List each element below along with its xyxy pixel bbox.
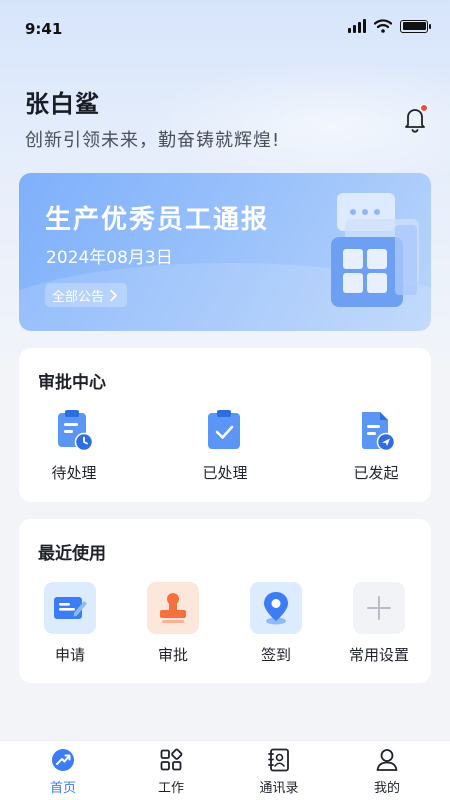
apps-icon [160,748,183,771]
form-edit-icon [54,597,87,619]
recent-use-title: 最近使用 [38,544,106,564]
common-settings-tile [353,582,405,634]
bottom-tab-bar: 首页 工作 通讯录 我的 [0,740,450,800]
tab-home-label: 首页 [49,781,76,796]
processed-approvals-label: 已处理 [202,464,248,482]
all-announcements-button[interactable]: 全部公告 [45,283,128,307]
pending-approvals-label: 待处理 [51,464,97,482]
user-icon [376,749,398,771]
clipboard-check-icon [208,410,240,449]
notification-button[interactable] [398,102,432,136]
map-pin-icon [264,592,288,625]
tab-contacts-label: 通讯录 [259,781,299,796]
check-in-label: 签到 [260,646,291,664]
approve-button[interactable]: 审批 [138,582,208,665]
tab-profile-label: 我的 [373,781,400,796]
notification-dot [420,104,428,112]
announcement-banner[interactable]: 生产优秀员工通报 2024年08月3日 全部公告 [19,173,431,331]
approval-center-card: 审批中心 待处理 已处理 已发起 [19,348,431,502]
initiated-approvals-button[interactable]: 已发起 [344,408,408,483]
cellular-signal-icon [348,19,366,33]
battery-icon [400,19,431,33]
document-send-icon [362,412,396,452]
approve-label: 审批 [157,646,188,664]
clipboard-clock-icon [58,410,94,452]
all-announcements-label: 全部公告 [52,289,105,305]
pending-approvals-button[interactable]: 待处理 [42,408,106,483]
approve-tile [147,582,199,634]
initiated-approvals-label: 已发起 [353,464,399,482]
plus-icon [367,596,391,620]
stamp-icon [160,593,186,623]
apply-tile [44,582,96,634]
banner-title: 生产优秀员工通报 [45,205,270,235]
status-icons [348,19,431,33]
apply-button[interactable]: 申请 [35,582,105,665]
tab-work-label: 工作 [157,781,184,796]
announcement-illustration-icon [331,193,419,307]
status-bar: 9:41 [0,0,450,56]
processed-approvals-button[interactable]: 已处理 [193,408,257,483]
tab-profile[interactable]: 我的 [347,747,427,796]
approval-center-title: 审批中心 [38,373,106,393]
recent-use-card: 最近使用 申请 审批 签到 常用设置 [19,519,431,683]
apply-label: 申请 [54,646,85,664]
tab-contacts[interactable]: 通讯录 [239,747,319,796]
contacts-icon [268,748,289,772]
check-in-tile [250,582,302,634]
common-settings-button[interactable]: 常用设置 [339,582,419,665]
check-in-button[interactable]: 签到 [241,582,311,665]
tab-home[interactable]: 首页 [23,747,103,796]
chevron-right-icon [110,289,117,301]
wifi-icon [374,19,392,33]
tab-work[interactable]: 工作 [131,747,211,796]
banner-date: 2024年08月3日 [46,248,173,268]
slogan: 创新引领未来，勤奋铸就辉煌! [25,130,281,151]
common-settings-label: 常用设置 [348,646,409,664]
user-name: 张白鲨 [25,90,100,118]
home-compass-icon [52,749,74,771]
status-time: 9:41 [25,20,63,38]
